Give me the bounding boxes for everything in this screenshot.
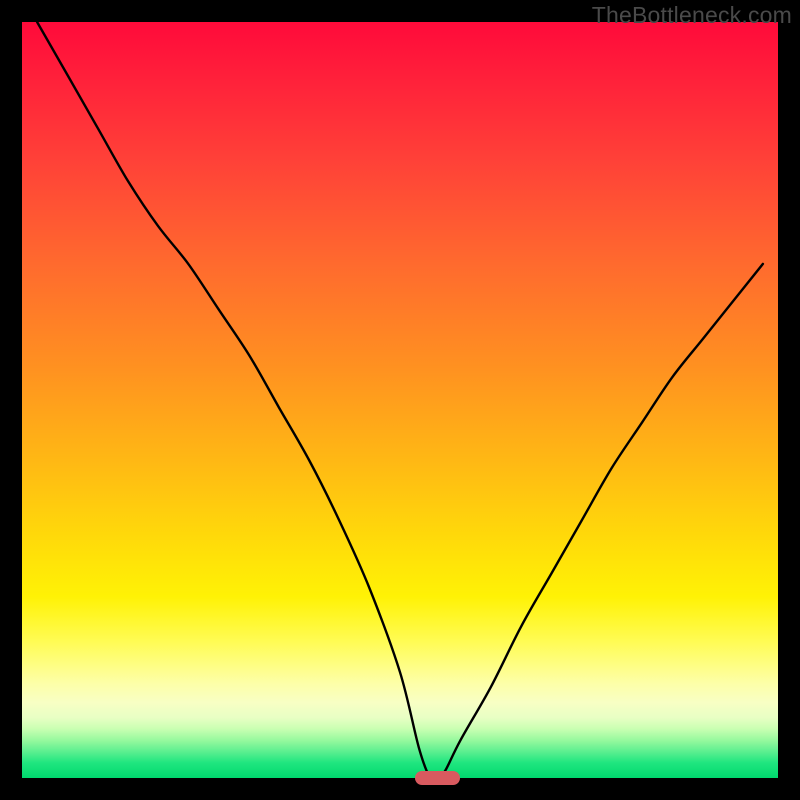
bottleneck-curve [22,22,778,778]
optimal-marker [415,771,460,785]
plot-area [22,22,778,778]
chart-frame: TheBottleneck.com [0,0,800,800]
watermark-text: TheBottleneck.com [592,2,792,29]
